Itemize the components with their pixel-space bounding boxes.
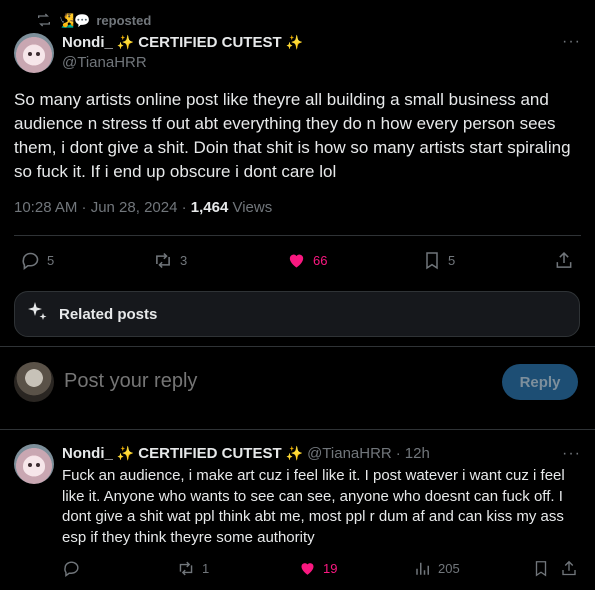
divider [0, 346, 595, 347]
divider [14, 235, 581, 236]
like-count: 66 [313, 252, 328, 268]
author-handle[interactable]: @TianaHRR [307, 445, 392, 462]
reply-button[interactable] [62, 559, 81, 578]
like-button[interactable]: 19 [298, 559, 337, 577]
bookmark-button[interactable]: 5 [422, 250, 455, 271]
bookmark-count: 5 [448, 252, 456, 268]
repost-count: 3 [180, 252, 188, 268]
author-line: Nondi_ ✨ CERTIFIED CUTEST ✨ [62, 34, 303, 51]
sparkle-icon: ✨ [116, 445, 135, 461]
display-name[interactable]: Nondi_ [62, 34, 113, 51]
separator-dot: · [395, 445, 401, 462]
post-actions: 5 3 66 5 [14, 249, 580, 271]
repost-icon [36, 12, 52, 28]
share-button[interactable] [554, 250, 574, 271]
reply-button[interactable]: 5 [20, 250, 54, 271]
bookmark-icon [422, 250, 442, 271]
repost-indicator: 🧏‍♂️💬 reposted [36, 10, 151, 30]
bookmark-icon [532, 559, 550, 578]
more-icon[interactable]: ··· [562, 33, 581, 51]
like-count: 19 [323, 560, 338, 576]
sparkle-icon: ✨ [116, 34, 135, 50]
repost-count: 1 [202, 560, 210, 576]
sparkle-icon: ✨ [285, 445, 304, 461]
retweet-icon [152, 250, 174, 271]
avatar[interactable] [14, 444, 54, 484]
sparkle-icon [25, 300, 49, 329]
reply-icon [62, 559, 81, 578]
heart-icon [298, 559, 317, 577]
sparkle-icon: ✨ [285, 34, 304, 50]
bookmark-button[interactable] [532, 559, 550, 578]
share-button[interactable] [560, 559, 578, 578]
heart-icon [286, 250, 307, 270]
share-icon [554, 250, 574, 271]
avatar[interactable] [14, 362, 54, 402]
views-icon [414, 559, 432, 577]
reply-input[interactable] [64, 370, 364, 393]
views-count: 1,464 [190, 199, 229, 216]
post-text: So many artists online post like theyre … [14, 90, 571, 181]
avatar[interactable] [14, 33, 54, 73]
share-icon [560, 559, 578, 578]
post-actions: 1 19 205 [14, 558, 580, 578]
author-line: Nondi_ ✨ CERTIFIED CUTEST ✨ @TianaHRR · … [62, 445, 430, 462]
repost-button[interactable]: 3 [152, 250, 187, 271]
reply-submit-button[interactable]: Reply [502, 364, 578, 400]
name-flair: CERTIFIED CUTEST [138, 445, 282, 462]
more-icon[interactable]: ··· [562, 445, 581, 463]
views-label: Views [228, 199, 273, 216]
like-button[interactable]: 66 [286, 250, 327, 270]
post-meta: 10:28 AM · Jun 28, 2024 · 1,464 Views [14, 199, 272, 216]
repost-label: reposted [96, 12, 152, 28]
post-timestamp[interactable]: 10:28 AM · Jun 28, 2024 · [14, 199, 191, 216]
views-button[interactable]: 205 [414, 559, 460, 577]
related-posts-button[interactable]: Related posts [14, 291, 580, 337]
reply-icon [20, 250, 41, 271]
reply-count: 5 [47, 252, 55, 268]
divider [0, 429, 595, 430]
retweet-icon [176, 559, 196, 578]
display-name[interactable]: Nondi_ [62, 445, 113, 462]
related-posts-label: Related posts [59, 305, 158, 323]
author-handle[interactable]: @TianaHRR [62, 54, 147, 71]
name-flair: CERTIFIED CUTEST [138, 34, 282, 51]
post-timestamp[interactable]: 12h [405, 445, 430, 462]
views-count: 205 [438, 560, 460, 576]
post-text: Fuck an audience, i make art cuz i feel … [62, 467, 565, 546]
repost-button[interactable]: 1 [176, 559, 209, 578]
repost-emoji: 🧏‍♂️💬 [58, 12, 91, 28]
